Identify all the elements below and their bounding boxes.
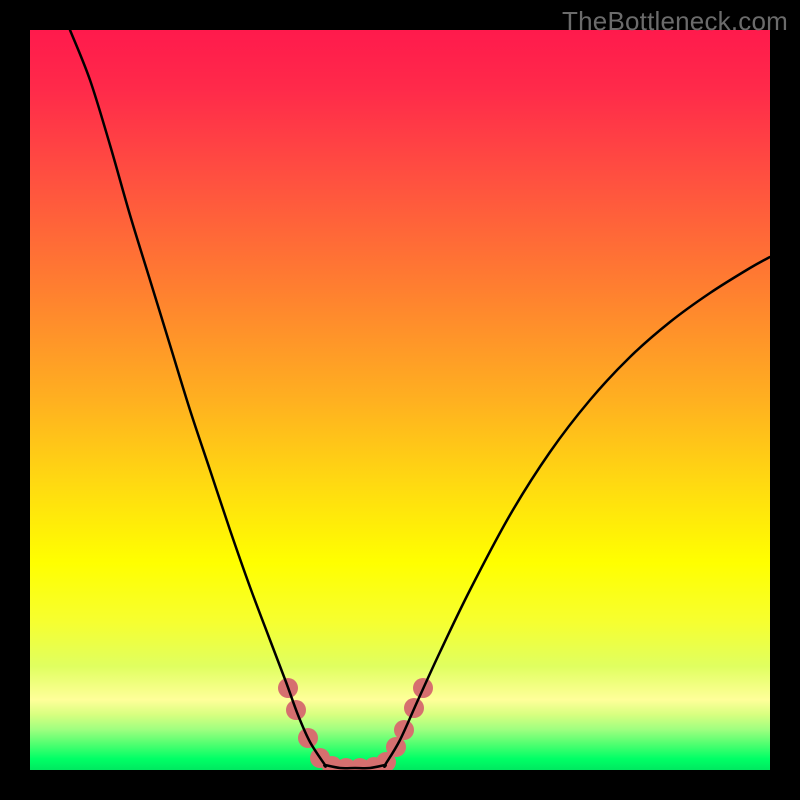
outer-frame: TheBottleneck.com <box>0 0 800 800</box>
curve-layer <box>30 30 770 770</box>
watermark-text: TheBottleneck.com <box>562 6 788 37</box>
bottleneck-curve <box>70 30 770 768</box>
plot-area <box>30 30 770 770</box>
